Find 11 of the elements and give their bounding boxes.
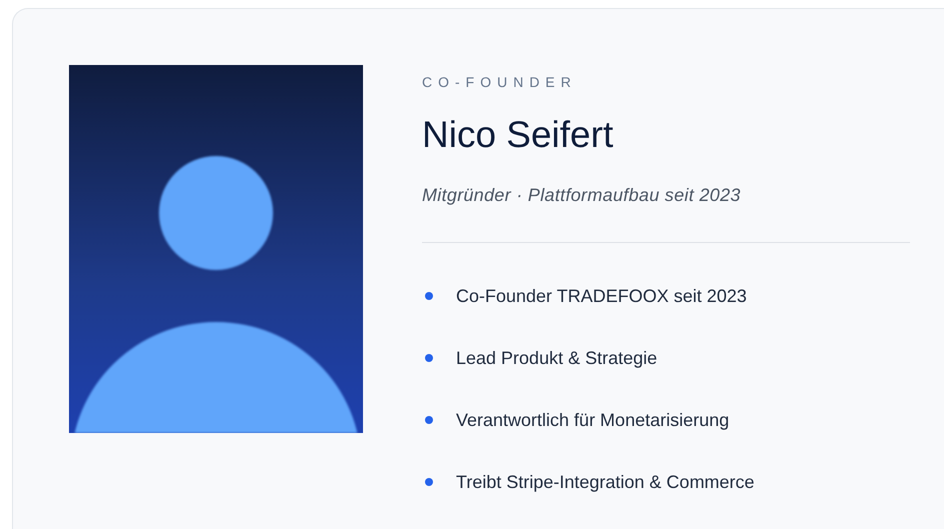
highlight-text: Lead Produkt & Strategie (456, 347, 658, 370)
highlight-text: Co-Founder TRADEFOOX seit 2023 (456, 285, 747, 308)
bullet-icon (425, 416, 433, 424)
highlight-text: Treibt Stripe-Integration & Commerce (456, 471, 754, 494)
bullet-icon (425, 478, 433, 486)
role-subtitle: Mitgründer · Plattformaufbau seit 2023 (422, 184, 742, 207)
bullet-icon (425, 292, 433, 300)
bullet-icon (425, 354, 433, 362)
person-name: Nico Seifert (422, 113, 614, 157)
role-label: CO-FOUNDER (422, 73, 578, 91)
highlight-text: Verantwortlich für Monetarisierung (456, 409, 730, 432)
